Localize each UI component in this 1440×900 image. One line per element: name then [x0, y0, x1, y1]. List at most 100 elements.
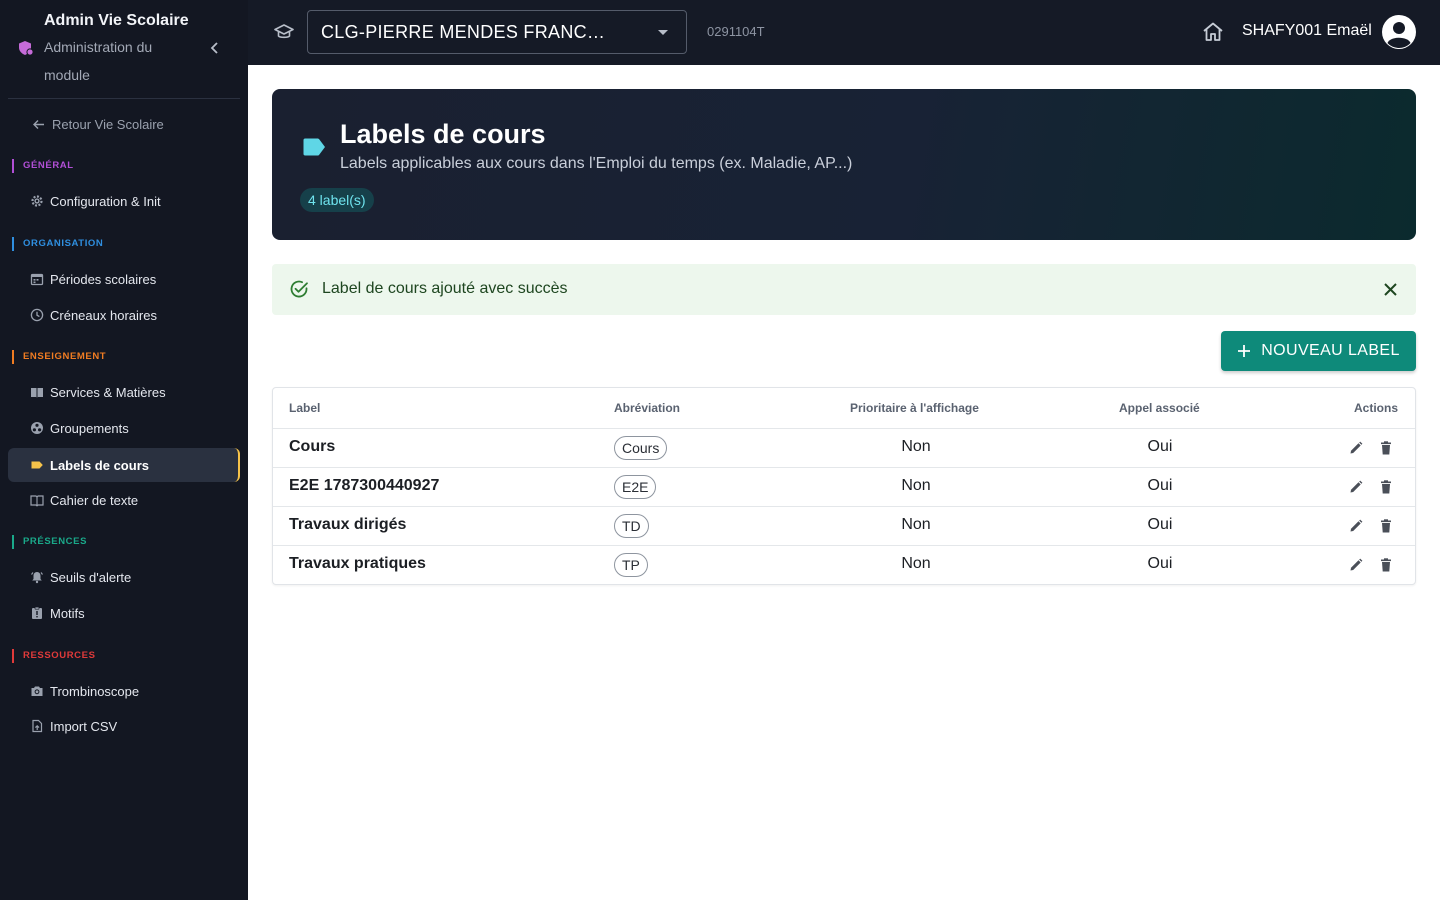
table-row: Travaux pratiques TP Non Oui: [273, 545, 1415, 584]
sidebar-item-seuils[interactable]: Seuils d'alerte: [8, 560, 240, 594]
sidebar-item-label: Services & Matières: [50, 384, 166, 400]
cell-appel: Oui: [1147, 477, 1173, 494]
book-icon: [31, 388, 43, 398]
column-header-label[interactable]: Label: [289, 401, 320, 415]
label-icon: [303, 138, 325, 156]
cell-prioritaire: Non: [901, 516, 931, 533]
table-row: Cours Cours Non Oui: [273, 428, 1415, 467]
admin-shield-icon: [19, 41, 34, 56]
sidebar-item-label: Cahier de texte: [50, 492, 139, 508]
sidebar-item-periodes[interactable]: Périodes scolaires: [8, 262, 240, 296]
back-link-label: Retour Vie Scolaire: [52, 116, 164, 132]
edit-icon[interactable]: [1349, 519, 1363, 533]
sidebar-item-creneaux[interactable]: Créneaux horaires: [8, 298, 240, 332]
sidebar-item-label: Groupements: [50, 420, 129, 436]
book-open-icon: [30, 495, 44, 507]
cell-appel: Oui: [1147, 555, 1173, 572]
gear-icon: [31, 195, 43, 207]
sidebar-item-labels[interactable]: Labels de cours: [8, 448, 240, 482]
abbreviation-chip: Cours: [614, 436, 668, 460]
cell-prioritaire: Non: [901, 477, 931, 494]
label-icon: [31, 461, 43, 469]
check-circle-icon: [290, 280, 308, 298]
camera-icon: [31, 686, 43, 696]
cell-label: E2E 1787300440927: [289, 477, 440, 494]
sidebar: Admin Vie Scolaire Administration du mod…: [0, 0, 248, 900]
sidebar-item-import[interactable]: Import CSV: [8, 709, 240, 743]
column-header-appel[interactable]: Appel associé: [1119, 401, 1200, 415]
edit-icon[interactable]: [1349, 558, 1363, 572]
table-row: Travaux dirigés TD Non Oui: [273, 506, 1415, 545]
delete-icon[interactable]: [1380, 480, 1392, 494]
edit-icon[interactable]: [1349, 441, 1363, 455]
abbreviation-chip: TP: [614, 553, 648, 577]
sidebar-divider: [8, 98, 240, 99]
app-title: Admin Vie Scolaire: [44, 12, 189, 29]
top-bar: CLG-PIERRE MENDES FRANC… 0291104T SHAFY0…: [248, 0, 1440, 65]
chevron-left-icon[interactable]: [208, 41, 222, 55]
cell-prioritaire: Non: [901, 438, 931, 455]
column-header-actions: Actions: [1354, 401, 1399, 415]
arrow-left-icon: [33, 119, 44, 129]
new-label-button[interactable]: NOUVEAU LABEL: [1221, 331, 1416, 371]
cell-label: Cours: [289, 438, 336, 455]
workspaces-icon: [31, 422, 43, 434]
column-header-abbreviation[interactable]: Abréviation: [614, 401, 680, 415]
edit-icon[interactable]: [1349, 480, 1363, 494]
cell-prioritaire: Non: [901, 555, 931, 572]
close-icon[interactable]: [1383, 282, 1398, 297]
alert-message: Label de cours ajouté avec succès: [322, 280, 568, 297]
section-ressources: RESSOURCES: [12, 649, 96, 663]
sidebar-item-label: Configuration & Init: [50, 193, 161, 209]
school-select-value: CLG-PIERRE MENDES FRANC…: [321, 21, 606, 42]
sidebar-item-label: Trombinoscope: [50, 683, 140, 699]
success-alert: Label de cours ajouté avec succès: [272, 264, 1416, 315]
app-subtitle: Administration du module: [44, 39, 153, 83]
sidebar-item-config[interactable]: Configuration & Init: [8, 184, 240, 218]
section-organisation: ORGANISATION: [12, 237, 103, 251]
school-uai-code: 0291104T: [707, 24, 765, 39]
file-upload-icon: [32, 719, 43, 733]
alarm-bell-icon: [31, 572, 43, 584]
sidebar-header: Admin Vie Scolaire Administration du mod…: [0, 0, 248, 98]
page-header-card: Labels de cours Labels applicables aux c…: [272, 89, 1416, 240]
delete-icon[interactable]: [1380, 441, 1392, 455]
count-badge: 4 label(s): [300, 188, 374, 212]
delete-icon[interactable]: [1380, 558, 1392, 572]
table-row: E2E 1787300440927 E2E Non Oui: [273, 467, 1415, 506]
page-subtitle: Labels applicables aux cours dans l'Empl…: [340, 155, 853, 172]
sidebar-item-label: Créneaux horaires: [50, 307, 157, 323]
section-enseignement: ENSEIGNEMENT: [12, 350, 106, 364]
delete-icon[interactable]: [1380, 519, 1392, 533]
user-name[interactable]: SHAFY001 Emaël: [1242, 22, 1372, 40]
calendar-icon: [30, 273, 44, 286]
sidebar-item-trombi[interactable]: Trombinoscope: [8, 674, 240, 708]
avatar[interactable]: [1382, 15, 1416, 49]
cell-label: Travaux pratiques: [289, 555, 426, 572]
cell-appel: Oui: [1147, 516, 1173, 533]
labels-table: Label Abréviation Prioritaire à l'affich…: [272, 387, 1416, 585]
section-general: GÉNÉRAL: [12, 159, 74, 173]
cell-label: Travaux dirigés: [289, 516, 407, 533]
account-circle-icon: [1387, 22, 1411, 48]
new-label-button-label: NOUVEAU LABEL: [1261, 342, 1400, 359]
plus-icon: [1238, 345, 1251, 357]
abbreviation-chip: E2E: [614, 475, 657, 499]
abbreviation-chip: TD: [614, 514, 649, 538]
school-select[interactable]: CLG-PIERRE MENDES FRANC…: [307, 10, 687, 54]
sidebar-item-motifs[interactable]: Motifs: [8, 596, 240, 630]
sidebar-item-services[interactable]: Services & Matières: [8, 375, 240, 409]
page-title: Labels de cours: [340, 119, 546, 149]
home-icon[interactable]: [1201, 20, 1225, 44]
clipboard-alert-icon: [32, 606, 42, 619]
back-link[interactable]: Retour Vie Scolaire: [32, 114, 164, 134]
section-presences: PRÉSENCES: [12, 535, 87, 549]
sidebar-item-label: Seuils d'alerte: [50, 569, 132, 585]
dropdown-arrow-icon: [658, 30, 668, 35]
sidebar-item-label: Import CSV: [50, 718, 118, 734]
sidebar-item-cahier[interactable]: Cahier de texte: [8, 483, 240, 517]
clock-icon: [30, 308, 44, 322]
column-header-prioritaire[interactable]: Prioritaire à l'affichage: [850, 401, 979, 415]
sidebar-item-label: Motifs: [50, 605, 85, 621]
sidebar-item-groupements[interactable]: Groupements: [8, 411, 240, 445]
